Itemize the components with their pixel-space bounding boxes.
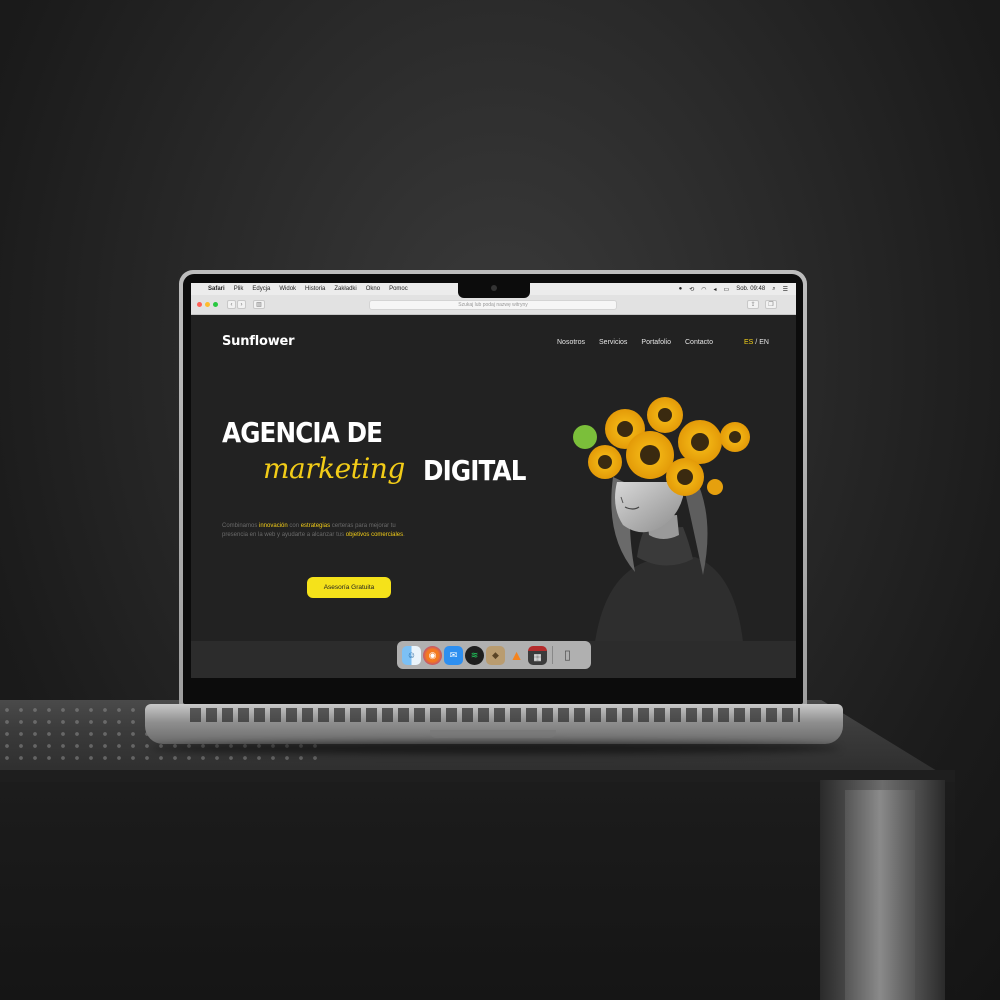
lang-es[interactable]: ES [744, 339, 753, 346]
control-center-icon[interactable]: ☰ [783, 286, 788, 293]
address-bar[interactable]: Szukaj lub podaj nazwę witryny [369, 300, 617, 310]
sunflower-bouquet [573, 397, 750, 496]
nav-nosotros[interactable]: Nosotros [557, 339, 585, 346]
menu-item-plik[interactable]: Plik [234, 286, 244, 292]
website: Sunflower Nosotros Servicios Portafolio … [191, 315, 796, 678]
keyboard [190, 708, 800, 722]
table-leg-highlight [845, 790, 915, 1000]
menu-bar-status: ● ⟲ ◠ ◂ ▭ Sob. 09:48 ⌕ ☰ [679, 283, 788, 295]
cta-button[interactable]: Asesoría Gratuita [307, 577, 391, 598]
menu-item-okno[interactable]: Okno [366, 286, 380, 292]
menu-item-edycja[interactable]: Edycja [252, 286, 270, 292]
screen: Safari Plik Edycja Widok Historia Zakład… [191, 283, 796, 678]
share-icon[interactable]: ⇪ [747, 300, 759, 309]
zoom-window-button[interactable] [213, 302, 218, 307]
minimize-window-button[interactable] [205, 302, 210, 307]
search-icon[interactable]: ⌕ [772, 286, 775, 293]
hero-title-line1: AGENCIA DE [222, 416, 383, 449]
menu-app-name[interactable]: Safari [208, 286, 225, 292]
site-logo[interactable]: Sunflower [222, 334, 295, 349]
menu-item-pomoc[interactable]: Pomoc [389, 286, 408, 292]
menu-item-widok[interactable]: Widok [279, 286, 296, 292]
hero-image [573, 397, 750, 642]
photo-booth-icon[interactable]: ▦ [528, 645, 547, 665]
nav-contacto[interactable]: Contacto [685, 339, 713, 346]
tabs-icon[interactable]: ❐ [765, 300, 777, 309]
site-nav: Nosotros Servicios Portafolio Contacto [557, 339, 713, 346]
nav-servicios[interactable]: Servicios [599, 339, 627, 346]
browser-toolbar: ‹ › ▥ Szukaj lub podaj nazwę witryny ⇪ ❐ [191, 295, 796, 315]
hero-title-script: marketing [263, 452, 405, 485]
table-front [0, 782, 955, 1000]
battery-icon[interactable]: ▭ [724, 286, 730, 293]
hero-title-line2: DIGITAL [423, 454, 526, 487]
desc-highlight: innovación [259, 523, 288, 529]
hero-description: Combinamos innovación con estrategias ce… [222, 522, 418, 540]
desc-text: con [287, 523, 301, 529]
back-icon[interactable]: ‹ [227, 300, 236, 309]
vlc-icon[interactable]: ▲ [507, 646, 526, 665]
record-icon[interactable]: ● [679, 286, 683, 292]
time-machine-icon[interactable]: ⟲ [689, 286, 694, 293]
firefox-icon[interactable]: ◉ [423, 645, 442, 665]
forward-icon[interactable]: › [237, 300, 246, 309]
dock: ☺ ◉ ✉ ≋ ◆ ▲ ▦ ▯ [397, 641, 591, 669]
volume-icon[interactable]: ◂ [714, 286, 717, 293]
desc-text: . [403, 532, 405, 538]
spotify-icon[interactable]: ≋ [465, 645, 484, 665]
dock-divider [552, 646, 553, 664]
menu-item-zakladki[interactable]: Zakładki [334, 286, 356, 292]
trash-icon[interactable]: ▯ [558, 646, 577, 665]
close-window-button[interactable] [197, 302, 202, 307]
archive-icon[interactable]: ◆ [486, 645, 505, 665]
desc-highlight: objetivos comerciales [345, 532, 404, 538]
camera-icon [491, 285, 497, 291]
address-placeholder: Szukaj lub podaj nazwę witryny [458, 302, 528, 308]
wifi-icon[interactable]: ◠ [701, 286, 706, 293]
lid-opening-notch [430, 730, 556, 738]
lang-en[interactable]: EN [759, 339, 769, 346]
sidebar-icon[interactable]: ▥ [253, 300, 265, 309]
nav-portafolio[interactable]: Portafolio [641, 339, 671, 346]
menu-item-historia[interactable]: Historia [305, 286, 325, 292]
finder-icon[interactable]: ☺ [402, 645, 421, 665]
desc-highlight: estrategias [300, 523, 331, 529]
language-switcher: ES / EN [744, 339, 769, 346]
mail-icon[interactable]: ✉ [444, 645, 463, 665]
menu-clock[interactable]: Sob. 09:48 [736, 286, 765, 292]
laptop-shadow [150, 742, 840, 754]
desc-text: Combinamos [222, 523, 260, 529]
